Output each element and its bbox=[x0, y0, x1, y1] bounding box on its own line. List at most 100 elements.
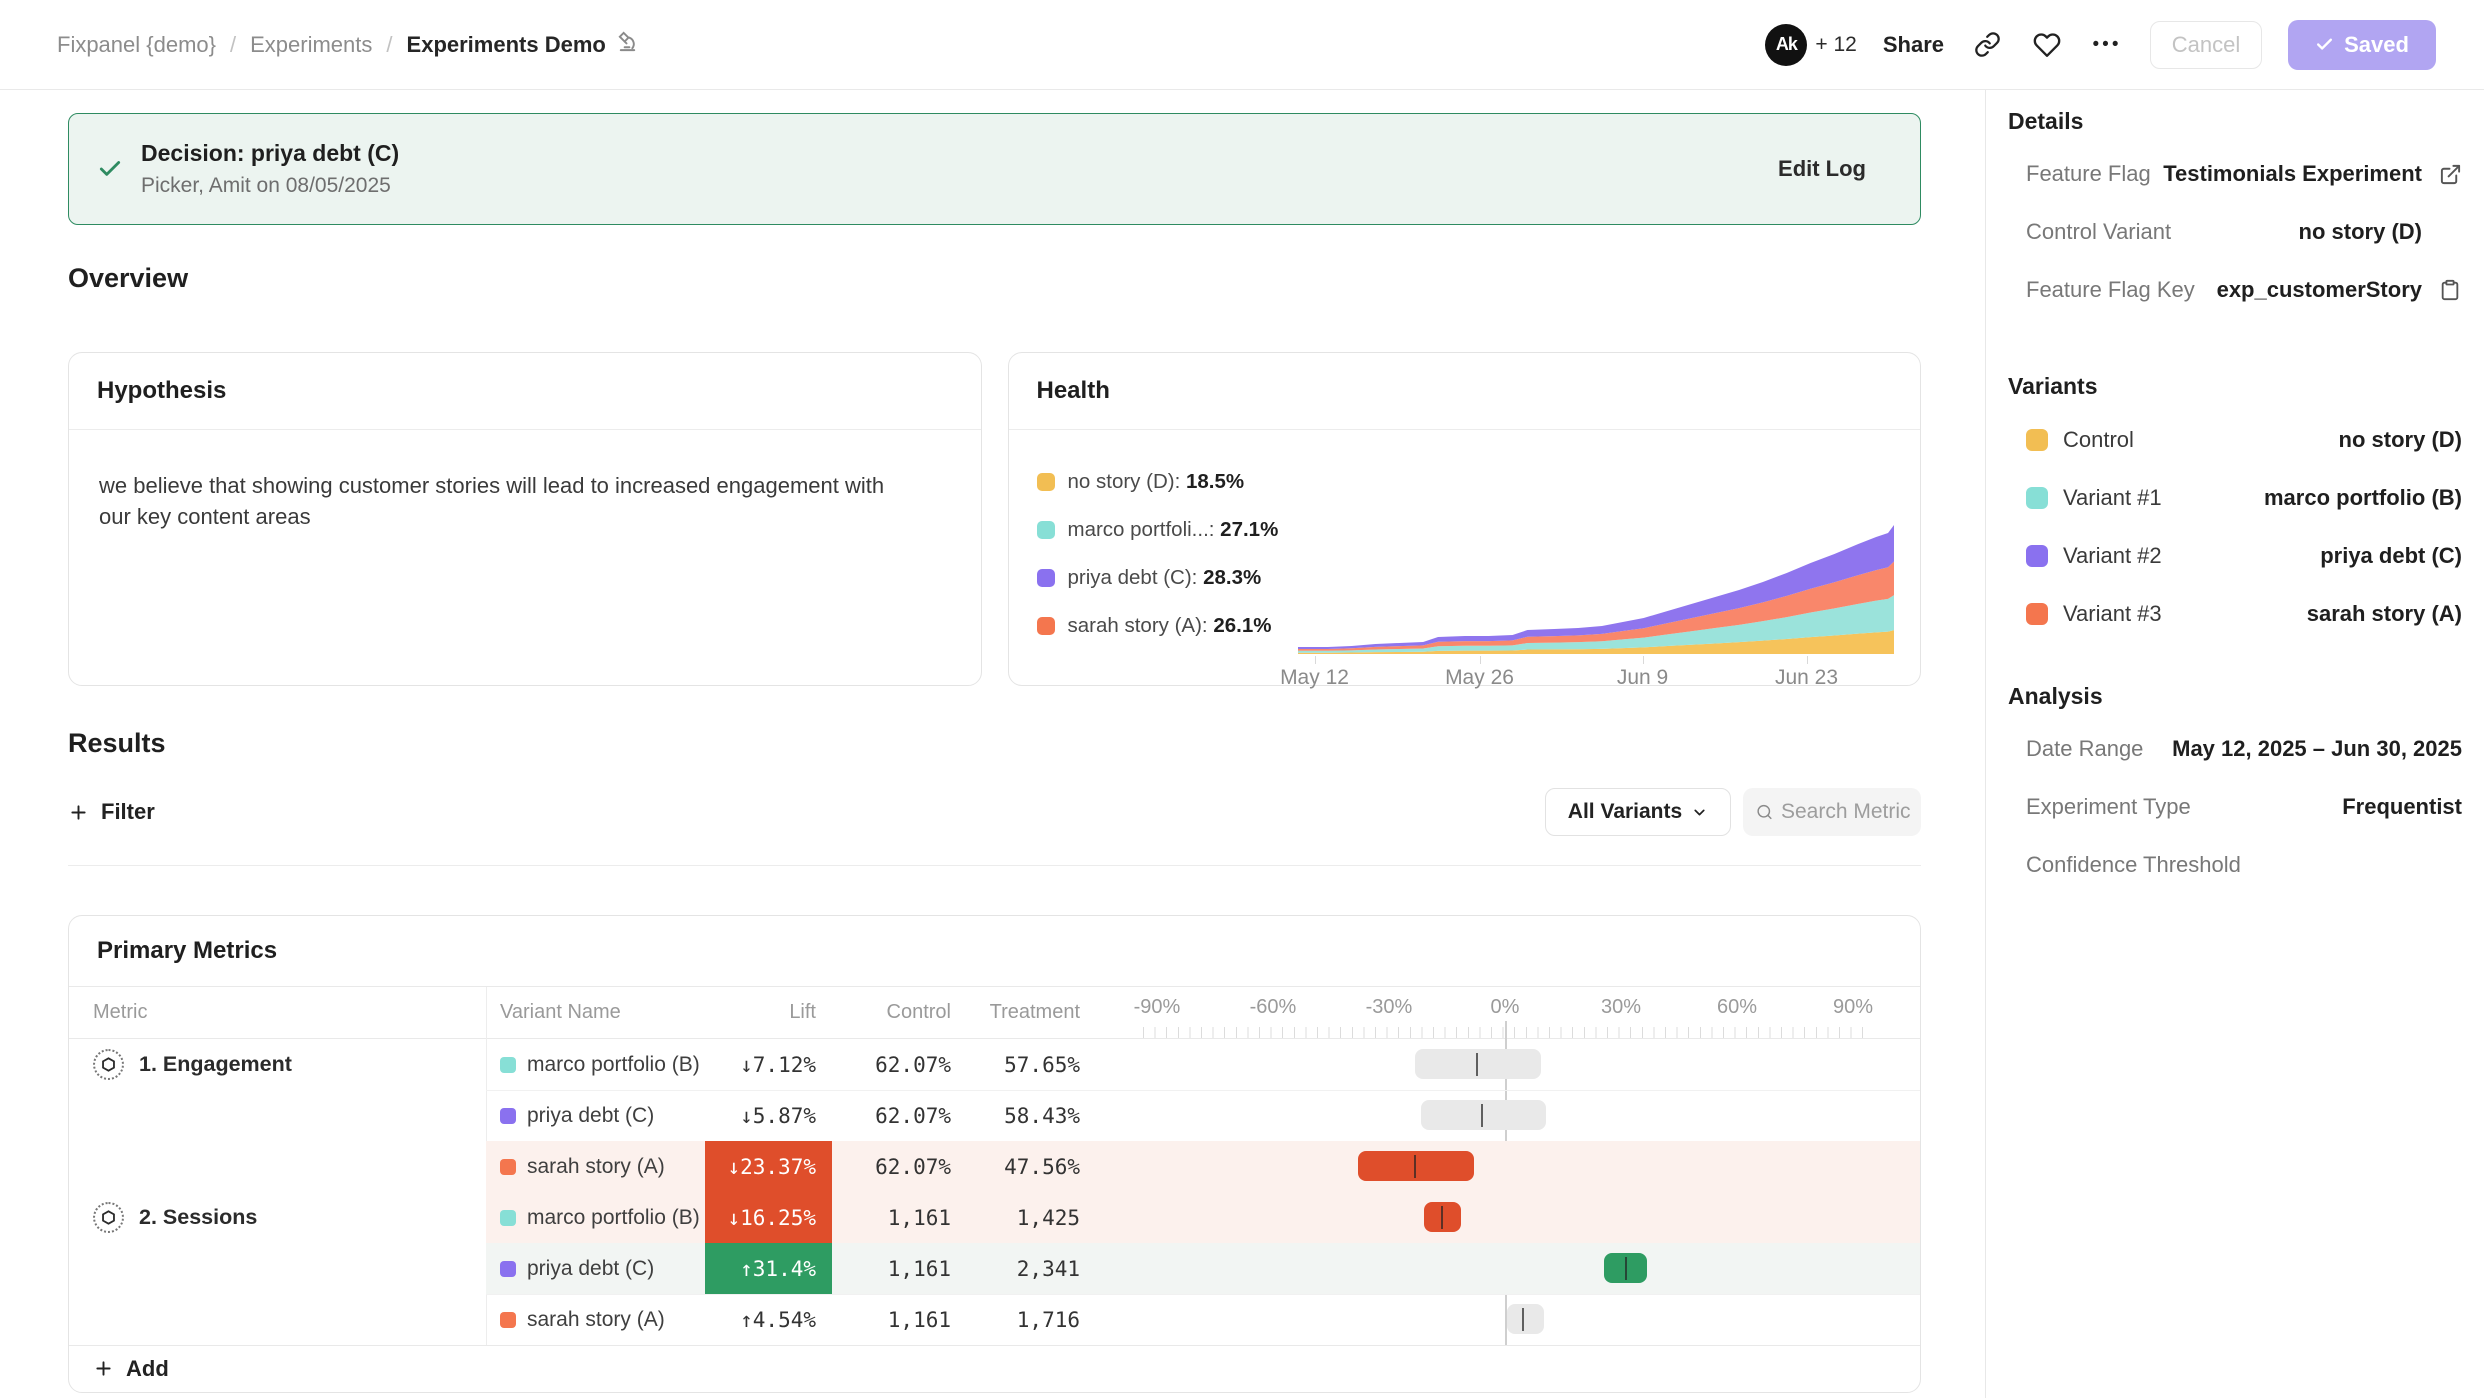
column-header-metric: Metric bbox=[69, 987, 486, 1038]
treatment-value: 1,716 bbox=[959, 1294, 1088, 1345]
variant-color-dot bbox=[500, 1108, 516, 1124]
variant-name: marco portfolio (B) bbox=[527, 1206, 700, 1230]
clipboard-copy-icon[interactable] bbox=[2438, 279, 2462, 301]
treatment-value: 2,341 bbox=[959, 1243, 1088, 1294]
lift-marker bbox=[1481, 1104, 1483, 1127]
axis-tick-label: 0% bbox=[1491, 996, 1520, 1019]
breadcrumb-project[interactable]: Fixpanel {demo} bbox=[57, 32, 216, 58]
metric-name: 1. Engagement bbox=[139, 1052, 292, 1077]
detail-row-feature-flag: Feature Flag Testimonials Experiment bbox=[2008, 145, 2462, 203]
results-heading: Results bbox=[68, 728, 1921, 759]
analysis-row-confidence-threshold: Confidence Threshold bbox=[2008, 836, 2462, 894]
divider bbox=[68, 865, 1921, 866]
metric-row[interactable]: priya debt (C) ↑31.4% 1,161 2,341 bbox=[69, 1243, 1920, 1294]
axis-tick-label: -90% bbox=[1134, 996, 1181, 1019]
search-metrics-input[interactable] bbox=[1781, 800, 1911, 824]
experiments-page: Fixpanel {demo} / Experiments / Experime… bbox=[0, 0, 2484, 1398]
control-value: 62.07% bbox=[832, 1090, 959, 1141]
lift-marker bbox=[1522, 1308, 1524, 1331]
treatment-value: 47.56% bbox=[959, 1141, 1088, 1192]
more-options-icon[interactable]: ••• bbox=[2090, 28, 2124, 62]
confidence-interval-cell bbox=[1088, 1090, 1921, 1141]
primary-metrics-card: Primary Metrics Metric Variant Name Lift… bbox=[68, 915, 1921, 1393]
page-title: Experiments Demo bbox=[407, 32, 606, 58]
external-link-icon[interactable] bbox=[2438, 163, 2462, 186]
treatment-value: 1,425 bbox=[959, 1192, 1088, 1243]
column-header-control: Control bbox=[832, 987, 959, 1038]
check-icon bbox=[97, 156, 123, 182]
x-axis-label: Jun 9 bbox=[1617, 666, 1668, 690]
add-metric-button[interactable]: Add bbox=[93, 1356, 169, 1382]
legend-swatch bbox=[1037, 521, 1055, 539]
cancel-button[interactable]: Cancel bbox=[2150, 21, 2262, 69]
share-button[interactable]: Share bbox=[1883, 32, 1944, 58]
confidence-interval-cell bbox=[1088, 1141, 1921, 1192]
copy-link-icon[interactable] bbox=[1970, 28, 2004, 62]
x-axis-label: May 26 bbox=[1445, 666, 1514, 690]
variant-name: sarah story (A) bbox=[527, 1308, 665, 1332]
confidence-interval-cell bbox=[1088, 1039, 1921, 1090]
detail-row-feature-flag-key: Feature Flag Key exp_customerStory bbox=[2008, 261, 2462, 319]
collaborators[interactable]: Ak + 12 bbox=[1765, 24, 1856, 66]
variant-name: priya debt (C) bbox=[527, 1257, 654, 1281]
metrics-search[interactable] bbox=[1743, 788, 1921, 836]
metric-row[interactable]: 1. Engagement marco portfolio (B) ↓7.12%… bbox=[69, 1039, 1920, 1090]
x-axis-label: Jun 23 bbox=[1775, 666, 1838, 690]
detail-row-control-variant: Control Variant no story (D) bbox=[2008, 203, 2462, 261]
metrics-table: Metric Variant Name Lift Control Treatme… bbox=[69, 987, 1920, 1345]
legend-item: marco portfoli...: 27.1% bbox=[1037, 506, 1279, 554]
metric-row[interactable]: sarah story (A) ↑4.54% 1,161 1,716 bbox=[69, 1294, 1920, 1345]
analysis-row-date-range: Date Range May 12, 2025 – Jun 30, 2025 bbox=[2008, 720, 2462, 778]
variant-color-dot bbox=[500, 1312, 516, 1328]
analysis-row-experiment-type: Experiment Type Frequentist bbox=[2008, 778, 2462, 836]
breadcrumb: Fixpanel {demo} / Experiments / Experime… bbox=[57, 30, 639, 59]
hypothesis-title: Hypothesis bbox=[97, 377, 226, 405]
axis-tick-label: -60% bbox=[1250, 996, 1297, 1019]
table-header: Metric Variant Name Lift Control Treatme… bbox=[69, 987, 1920, 1039]
confidence-interval-bar bbox=[1421, 1100, 1546, 1130]
variant-name: priya debt (C) bbox=[527, 1104, 654, 1128]
top-bar: Fixpanel {demo} / Experiments / Experime… bbox=[0, 0, 2484, 90]
treatment-value: 57.65% bbox=[959, 1039, 1088, 1090]
variant-color-dot bbox=[2026, 429, 2048, 451]
lift-value: ↑4.54% bbox=[705, 1294, 832, 1345]
variant-color-dot bbox=[2026, 487, 2048, 509]
plus-icon bbox=[93, 1358, 114, 1379]
axis-tick-label: 90% bbox=[1833, 996, 1873, 1019]
microscope-icon bbox=[616, 30, 639, 59]
metric-name: 2. Sessions bbox=[139, 1205, 257, 1230]
metric-row[interactable]: priya debt (C) ↓5.87% 62.07% 58.43% bbox=[69, 1090, 1920, 1141]
legend-swatch bbox=[1037, 473, 1055, 491]
variants-filter-dropdown[interactable]: All Variants bbox=[1545, 788, 1731, 836]
column-header-treatment: Treatment bbox=[959, 987, 1088, 1038]
favorite-heart-icon[interactable] bbox=[2030, 28, 2064, 62]
search-icon bbox=[1756, 801, 1773, 823]
metric-target-icon bbox=[93, 1202, 124, 1233]
avatar[interactable]: Ak bbox=[1765, 24, 1807, 66]
lift-value: ↓7.12% bbox=[705, 1039, 832, 1090]
saved-button[interactable]: Saved bbox=[2288, 20, 2436, 70]
lift-value: ↓23.37% bbox=[705, 1141, 832, 1192]
variant-color-dot bbox=[500, 1159, 516, 1175]
variants-section-title: Variants bbox=[2008, 369, 2462, 403]
edit-log-button[interactable]: Edit Log bbox=[1778, 156, 1866, 182]
legend-swatch bbox=[1037, 617, 1055, 635]
health-title: Health bbox=[1037, 377, 1110, 405]
chevron-down-icon bbox=[1691, 804, 1708, 821]
axis-tick-label: 60% bbox=[1717, 996, 1757, 1019]
metric-row[interactable]: sarah story (A) ↓23.37% 62.07% 47.56% bbox=[69, 1141, 1920, 1192]
breadcrumb-experiments[interactable]: Experiments bbox=[250, 32, 372, 58]
column-header-variant: Variant Name bbox=[486, 987, 705, 1038]
metric-row[interactable]: 2. Sessions marco portfolio (B) ↓16.25% … bbox=[69, 1192, 1920, 1243]
add-filter-button[interactable]: Filter bbox=[68, 799, 155, 825]
confidence-interval-cell bbox=[1088, 1243, 1921, 1294]
primary-metrics-title: Primary Metrics bbox=[97, 937, 277, 965]
control-value: 1,161 bbox=[832, 1294, 959, 1345]
hypothesis-text: we believe that showing customer stories… bbox=[69, 430, 929, 532]
details-section-title: Details bbox=[2008, 104, 2462, 138]
legend-item: sarah story (A): 26.1% bbox=[1037, 602, 1279, 650]
overview-heading: Overview bbox=[68, 263, 1921, 294]
results-toolbar: Filter All Variants bbox=[68, 787, 1921, 837]
legend-item: priya debt (C): 28.3% bbox=[1037, 554, 1279, 602]
lift-marker bbox=[1476, 1053, 1478, 1076]
